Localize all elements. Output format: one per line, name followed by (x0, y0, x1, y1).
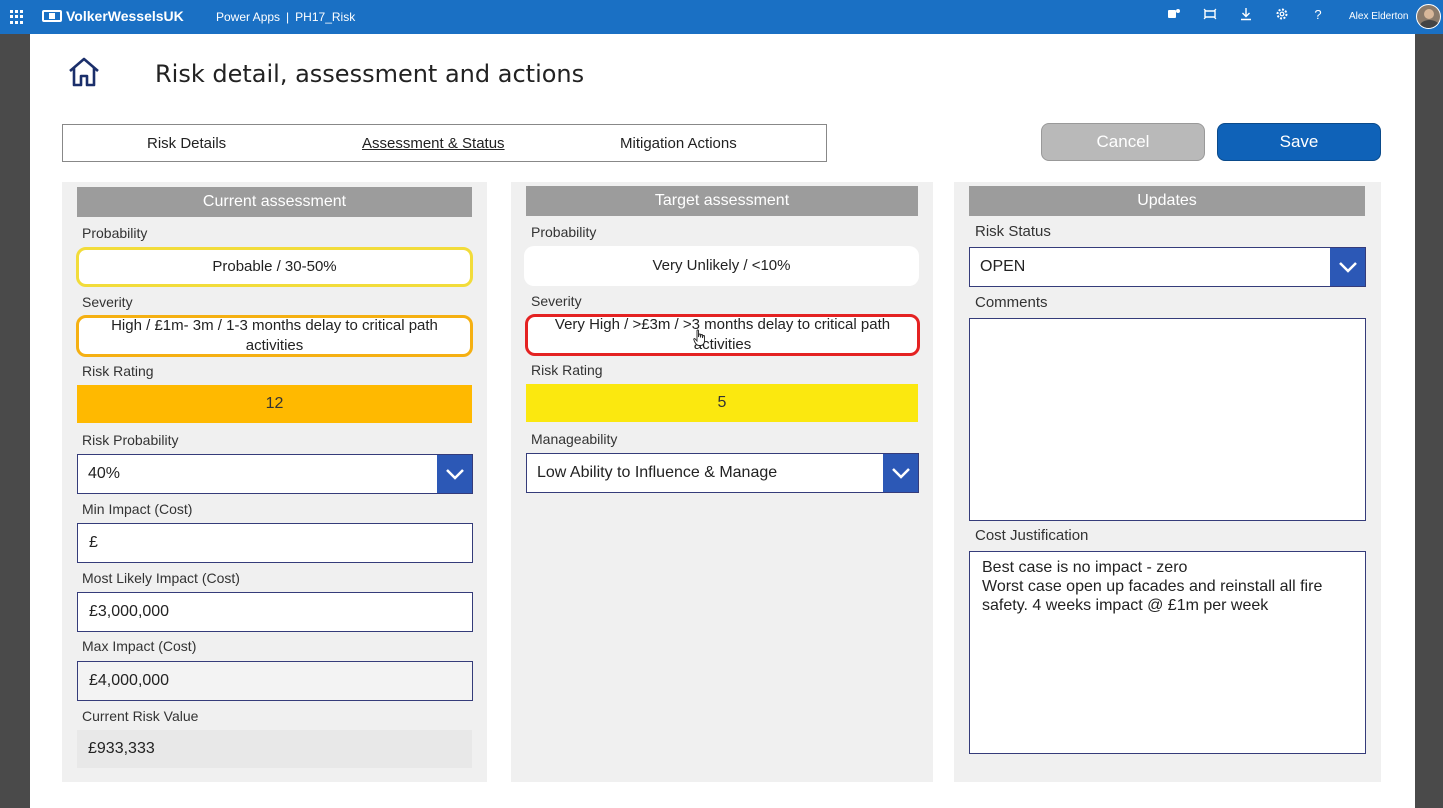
current-probability-label: Probability (82, 225, 148, 241)
hand-cursor-icon (693, 329, 705, 346)
chevron-down-icon[interactable] (437, 455, 472, 493)
manageability-value: Low Ability to Influence & Manage (537, 464, 778, 481)
help-icon[interactable]: ? (1309, 7, 1327, 24)
target-assessment-header: Target assessment (526, 186, 918, 216)
page-title: Risk detail, assessment and actions (155, 60, 585, 88)
likely-impact-label: Most Likely Impact (Cost) (82, 570, 240, 586)
comments-label: Comments (975, 294, 1048, 311)
max-impact-input[interactable]: £4,000,000 (77, 661, 473, 701)
target-rating-label: Risk Rating (531, 362, 603, 378)
fit-icon[interactable] (1201, 7, 1219, 24)
min-impact-label: Min Impact (Cost) (82, 501, 193, 517)
chevron-down-icon[interactable] (883, 454, 918, 492)
cost-justification-label: Cost Justification (975, 527, 1089, 544)
target-risk-rating: 5 (526, 384, 918, 422)
brand-mark-icon (42, 10, 62, 22)
top-bar: VolkerWesselsUK Power Apps | PH17_Risk ? A… (0, 0, 1443, 34)
updates-header: Updates (969, 186, 1365, 216)
download-icon[interactable] (1237, 7, 1255, 24)
risk-value-label: Current Risk Value (82, 708, 199, 724)
min-impact-input[interactable]: £ (77, 523, 473, 563)
risk-probability-dropdown[interactable]: 40% (77, 454, 473, 494)
app-breadcrumb: Power Apps | PH17_Risk (216, 10, 356, 24)
likely-impact-input[interactable]: £3,000,000 (77, 592, 473, 632)
gear-icon[interactable] (1273, 7, 1291, 24)
target-probability-field[interactable]: Very Unlikely / <10% (524, 246, 919, 286)
product-name: Power Apps (216, 10, 281, 24)
current-severity-field[interactable]: High / £1m- 3m / 1-3 months delay to cri… (76, 315, 473, 357)
target-severity-label: Severity (531, 293, 582, 309)
teams-icon[interactable] (1165, 7, 1183, 24)
target-severity-field[interactable]: Very High / >£3m / >3 months delay to cr… (525, 314, 920, 356)
avatar[interactable] (1416, 4, 1441, 29)
risk-probability-label: Risk Probability (82, 432, 179, 448)
current-rating-label: Risk Rating (82, 363, 154, 379)
app-name: PH17_Risk (295, 10, 356, 24)
comments-textarea[interactable] (969, 318, 1366, 521)
chevron-down-icon[interactable] (1330, 248, 1365, 286)
current-risk-value: £933,333 (77, 730, 472, 768)
risk-probability-value: 40% (88, 465, 121, 482)
current-severity-label: Severity (82, 294, 133, 310)
max-impact-label: Max Impact (Cost) (82, 638, 197, 654)
brand-name: VolkerWesselsUK (66, 8, 184, 24)
manageability-label: Manageability (531, 431, 618, 447)
save-button[interactable]: Save (1217, 123, 1381, 161)
current-assessment-header: Current assessment (77, 187, 472, 217)
current-probability-field[interactable]: Probable / 30-50% (76, 247, 473, 287)
user-name: Alex Elderton (1349, 11, 1409, 22)
brand-logo: VolkerWesselsUK (42, 8, 184, 24)
risk-status-dropdown[interactable]: OPEN (969, 247, 1366, 287)
cost-justification-textarea[interactable]: Best case is no impact - zero Worst case… (969, 551, 1366, 754)
risk-status-label: Risk Status (975, 223, 1051, 240)
target-probability-label: Probability (531, 224, 597, 240)
current-risk-rating: 12 (77, 385, 472, 423)
cancel-button[interactable]: Cancel (1041, 123, 1205, 161)
app-launcher-icon[interactable] (10, 10, 24, 24)
tab-mitigation-actions[interactable]: Mitigation Actions (620, 135, 737, 152)
home-icon[interactable] (67, 56, 101, 88)
top-bar-icons: ? (1165, 7, 1327, 24)
tab-bar: Risk Details Assessment & Status Mitigat… (62, 124, 827, 162)
risk-status-value: OPEN (980, 258, 1026, 275)
tab-assessment-status[interactable]: Assessment & Status (362, 135, 505, 152)
manageability-dropdown[interactable]: Low Ability to Influence & Manage (526, 453, 919, 493)
tab-risk-details[interactable]: Risk Details (147, 135, 226, 152)
